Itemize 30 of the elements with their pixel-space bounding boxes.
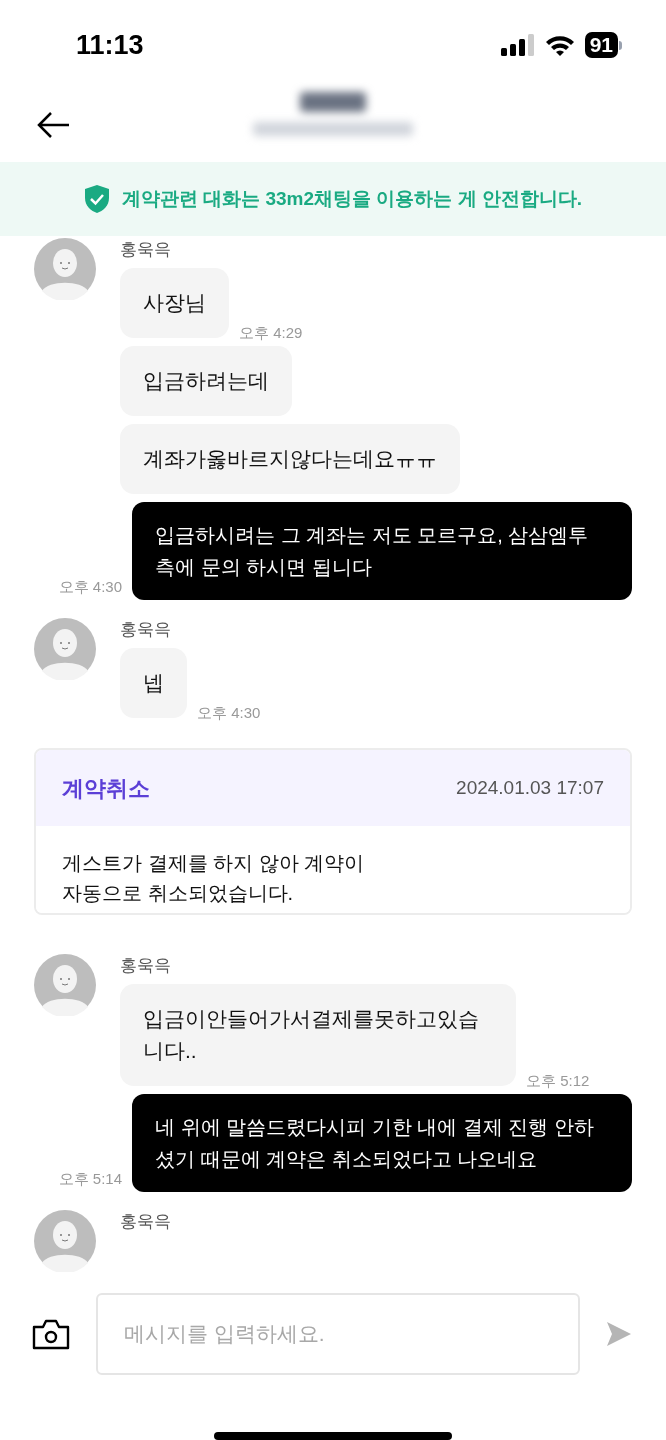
avatar-icon xyxy=(34,1210,96,1272)
avatar-icon xyxy=(34,618,96,680)
message-time: 오후 5:14 xyxy=(58,1168,122,1189)
avatar-icon xyxy=(34,238,96,300)
notice-date: 2024.01.03 17:07 xyxy=(456,775,604,800)
sent-message-bubble: 네 위에 말씀드렸다시피 기한 내에 결제 진행 안하셨기 때문에 계약은 취소되었다고 나오네요 xyxy=(132,1094,632,1192)
signal-icon xyxy=(500,34,535,56)
camera-button[interactable] xyxy=(32,1317,70,1351)
received-message-bubble: 입금하려는데 xyxy=(120,346,292,416)
safety-notice: 계약관련 대화는 33m2채팅을 이용하는 게 안전합니다. xyxy=(121,186,583,211)
message-time: 오후 4:29 xyxy=(239,322,303,343)
received-message-bubble: 입금이안들어가서결제를못하고있습니다.. xyxy=(120,984,516,1086)
status-time: 11:13 xyxy=(76,28,144,62)
sender-name: 홍욱윽 xyxy=(120,1212,171,1232)
shield-check-icon xyxy=(83,184,110,214)
sender-name: 홍욱윽 xyxy=(120,956,172,976)
sender-name: 홍욱윽 xyxy=(120,240,172,260)
notice-text: 게스트가 결제를 하지 않아 계약이 자동으로 취소되었습니다. xyxy=(61,851,366,906)
message-time: 오후 5:12 xyxy=(526,1070,590,1091)
avatar-icon xyxy=(34,954,96,1016)
sender-name: 홍욱윽 xyxy=(120,620,172,640)
received-message-bubble: 넵 xyxy=(120,648,187,718)
message-time: 오후 4:30 xyxy=(58,576,122,597)
notice-title: 계약취소 xyxy=(62,774,150,803)
received-message-bubble: 계좌가옳바르지않다는데요ㅠㅠ xyxy=(120,424,460,494)
message-input[interactable]: 메시지를 입력하세요. xyxy=(96,1293,580,1375)
sent-message-bubble: 입금하시려는 그 계좌는 저도 모르구요, 삼삼엠투 측에 문의 하시면 됩니다 xyxy=(132,502,632,600)
received-message-bubble: 사장님 xyxy=(120,268,229,338)
wifi-icon xyxy=(544,34,575,56)
message-time: 오후 4:30 xyxy=(197,702,261,723)
